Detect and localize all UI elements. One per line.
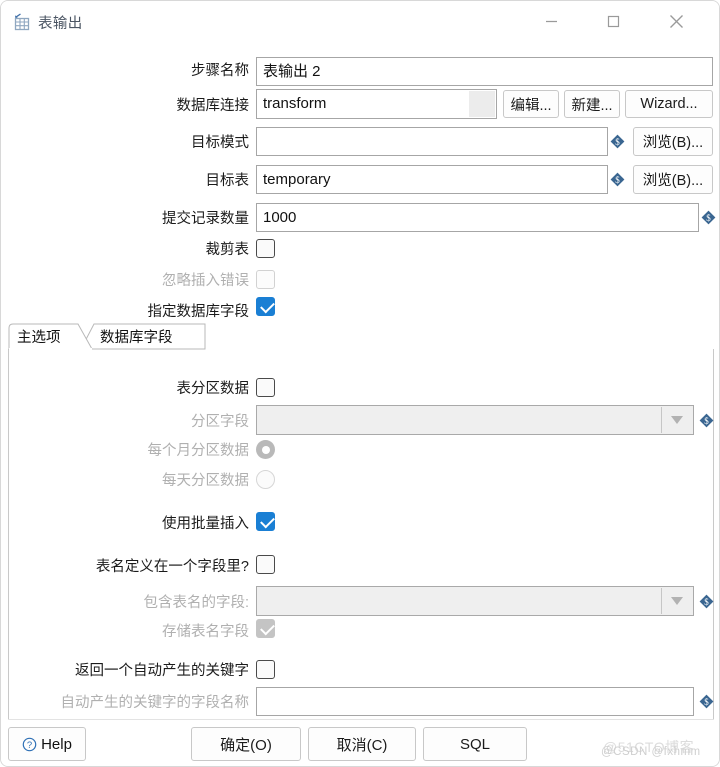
svg-text:$: $: [615, 175, 620, 185]
variable-diamond-icon: $: [701, 210, 716, 225]
partition-data-label: 表分区数据: [176, 381, 250, 397]
truncate-table-checkbox[interactable]: [256, 239, 275, 258]
return-auto-key-checkbox[interactable]: [256, 660, 275, 679]
target-schema-label: 目标模式: [191, 135, 249, 151]
store-table-name-field-label: 存储表名字段: [162, 624, 249, 640]
auto-key-field-name-label: 自动产生的关键字的字段名称: [60, 695, 250, 711]
tab-db-fields-label: 数据库字段: [100, 329, 173, 346]
tab-main-options[interactable]: 主选项: [8, 322, 103, 350]
field-with-table-name-label: 包含表名的字段:: [143, 595, 249, 611]
chevron-down-icon: [661, 407, 692, 433]
store-table-name-field-checkbox: [256, 619, 275, 638]
maximize-button[interactable]: [590, 1, 636, 42]
partition-data-checkbox[interactable]: [256, 378, 275, 397]
commit-size-input[interactable]: 1000: [256, 203, 699, 232]
auto-key-field-name-input[interactable]: [256, 687, 694, 716]
ok-button[interactable]: 确定(O): [191, 727, 301, 761]
db-new-button[interactable]: 新建...: [564, 90, 620, 118]
truncate-table-label: 裁剪表: [205, 242, 250, 258]
db-connection-combo[interactable]: transform: [256, 89, 497, 119]
specify-db-fields-label: 指定数据库字段: [147, 304, 250, 320]
specify-db-fields-checkbox[interactable]: [256, 297, 275, 316]
svg-text:$: $: [706, 213, 711, 223]
table-name-in-field-checkbox[interactable]: [256, 555, 275, 574]
target-schema-input[interactable]: [256, 127, 608, 156]
field-with-table-name-combo: [256, 586, 694, 616]
sql-button[interactable]: SQL: [423, 727, 527, 761]
partition-per-month-radio: [256, 440, 275, 459]
question-mark-icon: ?: [22, 737, 37, 752]
partition-per-day-label: 每天分区数据: [162, 473, 249, 489]
check-icon: [260, 298, 275, 314]
table-name-in-field-label: 表名定义在一个字段里?: [95, 559, 249, 575]
chevron-down-icon: [661, 588, 692, 614]
step-name-label: 步骤名称: [191, 63, 249, 79]
title-bar: 表输出: [1, 1, 719, 42]
db-edit-button[interactable]: 编辑...: [503, 90, 559, 118]
help-button-label: Help: [41, 735, 72, 753]
variable-diamond-icon: $: [699, 594, 714, 609]
target-table-browse-button[interactable]: 浏览(B)...: [633, 165, 713, 194]
close-button[interactable]: [653, 1, 699, 42]
watermark-secondary: @CSDN @fxhmm: [601, 746, 701, 758]
table-output-dialog: 表输出 步骤名称 表输出 2 数据库连接 transform 编辑... 新建.…: [0, 0, 720, 767]
minimize-button[interactable]: [528, 1, 574, 42]
svg-text:$: $: [704, 416, 709, 426]
check-icon: [260, 620, 275, 636]
target-table-label: 目标表: [205, 173, 250, 189]
use-batch-insert-label: 使用批量插入: [162, 516, 249, 532]
return-auto-key-label: 返回一个自动产生的关键字: [75, 663, 249, 679]
variable-diamond-icon: $: [610, 172, 625, 187]
partition-per-day-radio: [256, 470, 275, 489]
svg-text:$: $: [704, 597, 709, 607]
tab-main-options-label: 主选项: [17, 329, 61, 346]
partition-field-combo: [256, 405, 694, 435]
db-connection-value: transform: [263, 95, 327, 112]
commit-size-label: 提交记录数量: [162, 211, 249, 227]
use-batch-insert-checkbox[interactable]: [256, 512, 275, 531]
db-connection-label: 数据库连接: [176, 98, 250, 114]
svg-text:?: ?: [27, 740, 32, 751]
ignore-insert-errors-checkbox: [256, 270, 275, 289]
partition-per-month-label: 每个月分区数据: [147, 443, 250, 459]
target-schema-browse-button[interactable]: 浏览(B)...: [633, 127, 713, 156]
db-wizard-button[interactable]: Wizard...: [625, 90, 713, 118]
variable-diamond-icon: $: [699, 694, 714, 709]
ignore-insert-errors-label: 忽略插入错误: [162, 273, 249, 289]
check-icon: [260, 513, 275, 529]
variable-diamond-icon: $: [699, 413, 714, 428]
svg-text:$: $: [704, 697, 709, 707]
db-connection-dropdown-button[interactable]: [469, 91, 495, 117]
step-name-input[interactable]: 表输出 2: [256, 57, 713, 86]
help-button[interactable]: ? Help: [8, 727, 86, 761]
window-title: 表输出: [38, 16, 83, 32]
cancel-button[interactable]: 取消(C): [308, 727, 416, 761]
table-output-icon: [13, 13, 31, 31]
variable-diamond-icon: $: [610, 134, 625, 149]
svg-text:$: $: [615, 137, 620, 147]
target-table-input[interactable]: temporary: [256, 165, 608, 194]
partition-field-label: 分区字段: [191, 414, 249, 430]
